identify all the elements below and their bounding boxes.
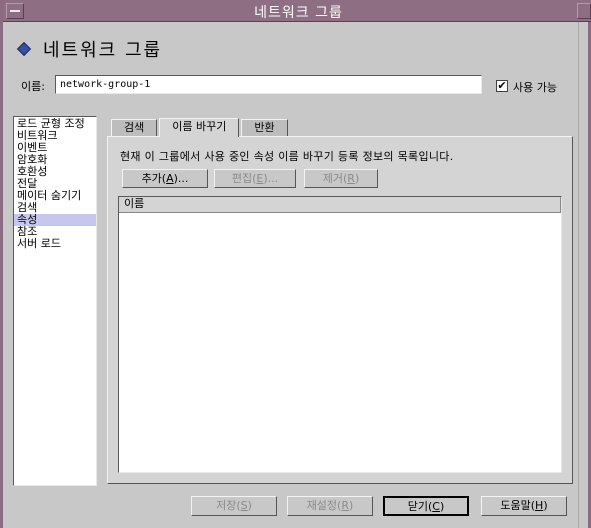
window-corner-button[interactable]: [577, 3, 591, 19]
diamond-icon: [16, 41, 32, 57]
tab-search[interactable]: 검색: [111, 119, 158, 137]
save-button[interactable]: 저장(S): [191, 496, 277, 516]
tab-panel: 현재 이 그룹에서 사용 중인 속성 이름 바꾸기 등록 정보의 목록입니다. …: [107, 136, 573, 484]
window-right-edge: [578, 22, 588, 528]
edit-button[interactable]: 편집(E)...: [214, 169, 296, 188]
tab-return[interactable]: 반환: [241, 119, 288, 137]
enable-checkbox-label[interactable]: 사용 가능: [513, 79, 557, 95]
name-label: 이름:: [21, 80, 45, 93]
close-button[interactable]: 닫기(C): [383, 496, 469, 516]
table-header-name[interactable]: 이름: [119, 197, 561, 213]
rename-table[interactable]: 이름: [118, 196, 562, 473]
panel-description: 현재 이 그룹에서 사용 중인 속성 이름 바꾸기 등록 정보의 목록입니다.: [120, 150, 454, 163]
page-title: 네트워크 그룹: [43, 40, 163, 61]
page-header: 네트워크 그룹: [16, 36, 163, 62]
window-title: 네트워크 그룹: [254, 5, 343, 21]
reset-button[interactable]: 재설정(R): [287, 496, 373, 516]
category-list[interactable]: 로드 균형 조정 비트워크 이벤트 암호화 호환성 전달 메이터 숨기기 검색 …: [13, 116, 97, 486]
tab-rename[interactable]: 이름 바꾸기: [159, 118, 240, 137]
help-button[interactable]: 도움말(H): [481, 496, 567, 516]
title-bar: 네트워크 그룹: [3, 0, 591, 22]
window: 네트워크 그룹 네트워크 그룹 이름: ✔ 사용 가능 로드 균형 조정 비트워…: [0, 0, 591, 528]
tab-bar: 검색 이름 바꾸기 반환: [111, 118, 290, 137]
add-button[interactable]: 추가(A)...: [122, 169, 208, 188]
category-item-server-load[interactable]: 서버 로드: [14, 238, 96, 250]
enable-checkbox[interactable]: ✔: [496, 80, 508, 92]
remove-button[interactable]: 제거(R): [304, 169, 378, 188]
name-input[interactable]: [55, 75, 482, 94]
